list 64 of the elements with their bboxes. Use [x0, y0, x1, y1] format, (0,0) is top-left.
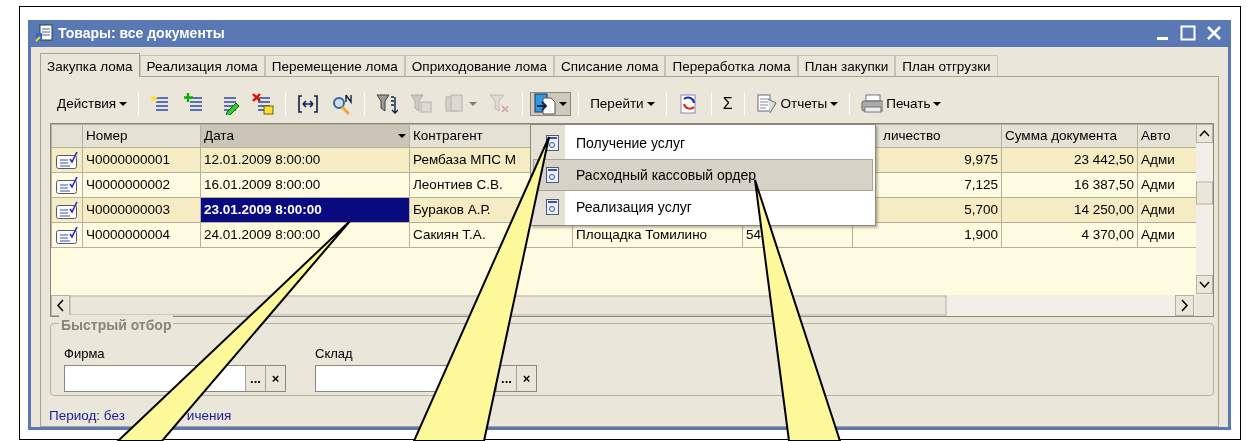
- caret-icon: [559, 101, 568, 106]
- period-link[interactable]: Период: без: [49, 405, 125, 426]
- tab[interactable]: Перемещение лома: [264, 54, 405, 76]
- caret-icon: [469, 101, 478, 106]
- filter-list-icon: [410, 92, 433, 115]
- table-cell: 23 442,50: [1001, 147, 1138, 173]
- field-label: Склад: [315, 344, 354, 363]
- column-header[interactable]: Авто: [1137, 124, 1196, 148]
- tab[interactable]: Списание лома: [554, 54, 666, 76]
- filter-clear-icon: [489, 92, 512, 115]
- close-icon[interactable]: [1206, 25, 1222, 42]
- menu-button[interactable]: Перейти: [586, 91, 659, 116]
- maximize-icon[interactable]: [1180, 25, 1196, 42]
- menu-button[interactable]: Печать: [857, 91, 946, 116]
- table-cell: 4 370,00: [1001, 222, 1138, 248]
- list-delete-icon: [252, 92, 275, 115]
- vertical-scrollbar[interactable]: [1196, 123, 1213, 295]
- field-label: Фирма: [64, 344, 106, 363]
- printer-icon: [861, 92, 884, 115]
- table-cell: Ч0000000002: [82, 172, 201, 198]
- brackets-arrow-icon: [297, 92, 320, 115]
- search-icon: [331, 92, 354, 115]
- table-cell: 12.01.2009 8:00:00: [200, 147, 410, 173]
- document-check-icon[interactable]: [55, 175, 78, 195]
- sum-button[interactable]: Σ: [718, 91, 737, 116]
- form-icon: [544, 198, 561, 216]
- column-header[interactable]: Номер: [82, 124, 201, 148]
- document-icon: [35, 24, 53, 43]
- tab[interactable]: Реализация лома: [139, 54, 265, 76]
- tab[interactable]: Переработка лома: [665, 54, 798, 76]
- document-check-icon[interactable]: [55, 150, 78, 170]
- report-icon: [755, 92, 778, 115]
- caret-icon: [646, 101, 655, 106]
- table-cell: Ч0000000003: [82, 197, 201, 223]
- tab[interactable]: План отгрузки: [895, 54, 998, 76]
- document-check-icon[interactable]: [55, 225, 78, 245]
- menu-button[interactable]: Отчеты: [751, 91, 843, 116]
- tab[interactable]: План закупки: [797, 54, 896, 76]
- group-title: Быстрый отбор: [59, 314, 174, 336]
- document-check-icon[interactable]: [55, 200, 78, 220]
- table-cell: Ч0000000001: [82, 147, 201, 173]
- caret-icon: [830, 101, 839, 106]
- filter-icon: [376, 92, 399, 115]
- table-cell: 14 250,00: [1001, 197, 1138, 223]
- window-title: Товары: все документы: [58, 23, 226, 43]
- tab[interactable]: Закупка лома: [40, 52, 140, 77]
- table-cell: 23.01.2009 8:00:00: [201, 198, 409, 222]
- toolbar-button[interactable]: [530, 91, 572, 116]
- caret-icon: [119, 101, 128, 106]
- menu-button[interactable]: Действия: [53, 91, 132, 116]
- caret-icon: [933, 101, 942, 106]
- table-cell: Ч0000000004: [82, 222, 201, 248]
- period-link[interactable]: ичения: [186, 405, 232, 426]
- table-cell: 16.01.2009 8:00:00: [200, 172, 410, 198]
- horizontal-scrollbar[interactable]: [51, 294, 1213, 316]
- clear-button[interactable]: ×: [516, 366, 536, 392]
- column-header[interactable]: Дата: [200, 124, 410, 148]
- table-cell: 16 387,50: [1001, 172, 1138, 198]
- document-arrow-icon: [534, 92, 557, 115]
- menu-item[interactable]: Расходный кассовый ордер: [533, 159, 873, 191]
- sort-icon: [398, 133, 406, 138]
- form-icon: [544, 166, 561, 184]
- column-header[interactable]: Сумма документа: [1001, 124, 1138, 148]
- tab[interactable]: Оприходование лома: [404, 54, 555, 76]
